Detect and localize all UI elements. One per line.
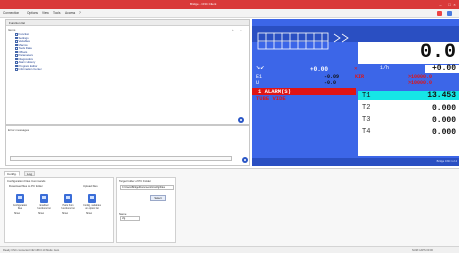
config-panel: Config. files Log Configuration Files Co…	[0, 168, 459, 246]
tool-value-4: 0.000	[431, 128, 456, 137]
checkbox-icon[interactable]	[15, 57, 18, 61]
variables-icon	[88, 194, 96, 203]
menu-bar: Connection Options View Tools Access ?	[0, 9, 459, 18]
select-button[interactable]: Select	[150, 195, 166, 201]
target-path-input[interactable]: C:\Users\Bridge\Documents\Config\Files	[120, 185, 174, 190]
function-list-header: Function list	[6, 20, 249, 26]
function-list-subheader: Items	[8, 28, 16, 32]
row-u-label: U	[256, 80, 260, 86]
expand-button[interactable]: +	[232, 28, 234, 32]
help-icon[interactable]	[238, 117, 244, 123]
checkbox-icon[interactable]	[15, 54, 18, 57]
folder-icon	[16, 194, 24, 203]
list-icon	[40, 194, 48, 203]
menu-tools[interactable]: Tools	[53, 11, 60, 15]
checkbox-icon[interactable]	[15, 47, 18, 50]
messages-panel: Error messages	[5, 125, 250, 166]
menu-access[interactable]: Access	[65, 11, 75, 15]
cyan-value: 13.453	[427, 91, 456, 100]
send-icon[interactable]	[242, 157, 248, 163]
group-title: Configuration Files Commands	[7, 179, 46, 183]
parts-icon	[64, 194, 72, 203]
main-readout: 0.0	[419, 41, 456, 64]
collapse-button[interactable]: –	[240, 28, 242, 32]
alarm-text: 1 ALARM(S)	[258, 88, 292, 95]
show-option[interactable]: Show	[14, 212, 20, 215]
tool-value-3: 0.000	[431, 116, 456, 125]
tab-config-files[interactable]: Config. files	[4, 171, 20, 181]
feed-readout: +0.00	[431, 64, 456, 73]
tree-item[interactable]: Information Center	[15, 67, 42, 72]
download-subtitle: Download files to PC folder	[9, 184, 43, 188]
checkbox-icon[interactable]	[15, 36, 18, 40]
tab-log[interactable]: Log	[24, 171, 36, 176]
tile-config-files[interactable]: Configuration files Show	[13, 194, 27, 215]
tool-value-2: 0.000	[431, 104, 456, 113]
checkbox-icon[interactable]	[15, 43, 18, 47]
menu-view[interactable]: View	[42, 11, 49, 15]
cnc-status-text: Bridge CNC 1.2.4	[436, 160, 457, 163]
messages-label: Error messages	[8, 128, 30, 132]
minimize-button[interactable]: –	[436, 1, 445, 8]
user-icon[interactable]	[447, 11, 452, 16]
feed-value: +0.00	[310, 66, 329, 73]
config-commands-group: Configuration Files Commands Download fi…	[4, 177, 114, 243]
tube-label: TUBE VIDE	[256, 95, 286, 102]
target-folder-group: Target folder of PC Folder C:\Users\Brid…	[116, 177, 176, 243]
tool-label-4: T4	[362, 128, 371, 136]
function-list-panel: Function list Items + – Function Setting…	[5, 19, 250, 125]
cnc-status-bar: Bridge CNC 1.2.4	[252, 158, 459, 166]
menu-connection[interactable]: Connection	[3, 11, 19, 15]
status-right: NUM CAPS 00:00	[412, 249, 433, 252]
checkbox-icon[interactable]	[15, 50, 18, 54]
row-u-value: -0.0	[324, 80, 337, 86]
status-left: Ready CNC connected 192.168.0.10 Mode: A…	[3, 249, 60, 252]
message-input[interactable]	[10, 156, 232, 161]
menu-options[interactable]: Options	[27, 11, 38, 15]
checkbox-icon[interactable]	[15, 68, 18, 71]
checkbox-icon[interactable]	[15, 61, 18, 64]
feed-unit: 1/h	[380, 65, 390, 71]
tool-label-2: T2	[362, 104, 371, 112]
checkbox-icon[interactable]	[15, 40, 18, 43]
grid-icon	[257, 32, 349, 50]
show-option[interactable]: Show	[62, 212, 68, 215]
name-input[interactable]: cfg	[120, 216, 140, 221]
title-bar: Bridge - CNC Client – □ ×	[0, 0, 459, 9]
row-e-code: KIR	[355, 74, 365, 80]
tool-label-1: T1	[362, 92, 371, 100]
close-button[interactable]: ×	[450, 1, 459, 8]
window-title: Bridge - CNC Client	[190, 2, 217, 6]
tile-enabled-functions[interactable]: Enabled functions list Show	[37, 194, 51, 215]
tool-label-3: T3	[362, 116, 371, 124]
menu-help[interactable]: ?	[79, 11, 81, 15]
function-list-title: Function list	[9, 21, 26, 25]
alert-icon[interactable]	[437, 11, 442, 16]
upload-subtitle: Upload files	[83, 184, 98, 188]
checkbox-icon[interactable]	[15, 33, 18, 36]
show-option[interactable]: Show	[38, 212, 44, 215]
spindle-icon: ✕	[354, 65, 358, 72]
cnc-screen: 0.0 ↘↙ +0.00 ✕ 1/h +0.00 E1 -0.09 KIR >1…	[252, 19, 459, 166]
arrows-icon: ↘↙	[256, 64, 265, 72]
tile-config-variables[interactable]: Config. variables on option list Show	[83, 194, 101, 215]
row-u-limit: >10000.0	[408, 80, 433, 86]
show-option[interactable]: Show	[86, 212, 92, 215]
status-bar: Ready CNC connected 192.168.0.10 Mode: A…	[0, 246, 459, 253]
tile-parts-functions[interactable]: Parts from functions list Show	[61, 194, 75, 215]
target-title: Target folder of PC Folder	[119, 179, 152, 183]
checkbox-icon[interactable]	[15, 64, 18, 68]
